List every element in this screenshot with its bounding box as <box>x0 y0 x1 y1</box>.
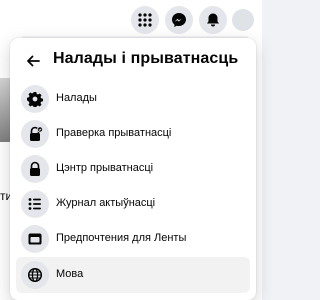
menu-item-settings[interactable]: Налады <box>16 81 250 117</box>
menu-item-label: Налады <box>56 92 97 104</box>
menu-grid-button[interactable] <box>131 6 159 34</box>
feed-icon <box>28 233 42 245</box>
menu-item-privacy-checkup[interactable]: Праверка прыватнасці <box>16 116 250 152</box>
menu-item-label: Праверка прыватнасці <box>56 127 172 139</box>
menu-item-label: Журнал актыўнасці <box>56 197 156 209</box>
globe-icon <box>27 267 43 283</box>
menu-item-language[interactable]: Мова <box>16 257 250 293</box>
back-button[interactable] <box>20 48 46 74</box>
menu-item-feed-preferences[interactable]: Предпочтения для Ленты <box>16 221 250 257</box>
settings-privacy-dropdown: Налады і прыватнасць Налады Праверка пры… <box>10 38 256 300</box>
top-navigation-bar <box>0 0 262 36</box>
menu-item-privacy-center[interactable]: Цэнтр прыватнасці <box>16 151 250 187</box>
account-icon[interactable] <box>232 9 254 31</box>
gear-icon <box>27 92 43 107</box>
messenger-icon <box>172 13 186 27</box>
list-icon <box>28 198 41 210</box>
lock-check-icon <box>30 126 43 141</box>
menu-item-label: Предпочтения для Ленты <box>56 232 187 244</box>
messenger-button[interactable] <box>165 6 193 34</box>
grid-icon <box>138 13 152 27</box>
panel-title: Налады і прыватнасць <box>53 50 239 67</box>
lock-icon <box>30 161 40 176</box>
panel-header: Налады і прыватнасць <box>10 48 256 74</box>
menu-item-label: Мова <box>56 268 84 280</box>
menu-item-label: Цэнтр прыватнасці <box>56 162 154 174</box>
notifications-button[interactable] <box>199 6 227 34</box>
notifications-icon <box>207 13 219 27</box>
menu-item-activity-log[interactable]: Журнал актыўнасці <box>16 186 250 222</box>
arrow-left-icon <box>27 55 40 67</box>
